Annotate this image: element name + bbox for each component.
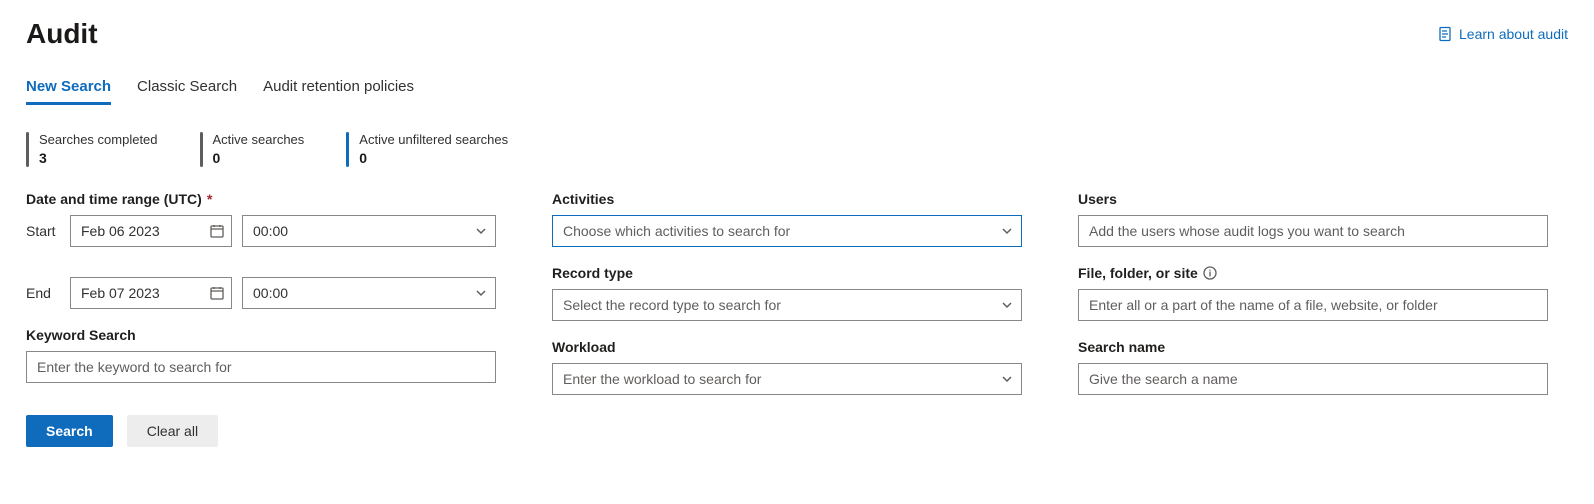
end-label: End — [26, 285, 60, 301]
learn-about-audit-link[interactable]: Learn about audit — [1437, 26, 1568, 42]
users-label: Users — [1078, 191, 1548, 207]
stat-active-unfiltered-searches: Active unfiltered searches 0 — [346, 132, 508, 167]
record-type-select[interactable]: Select the record type to search for — [552, 289, 1022, 321]
start-date-input[interactable]: Feb 06 2023 — [70, 215, 232, 247]
stat-value: 0 — [359, 149, 508, 167]
record-type-placeholder: Select the record type to search for — [563, 297, 781, 313]
stat-label: Active searches — [213, 132, 305, 149]
stat-searches-completed: Searches completed 3 — [26, 132, 158, 167]
activities-placeholder: Choose which activities to search for — [563, 223, 790, 239]
calendar-icon — [209, 223, 225, 239]
keyword-search-label: Keyword Search — [26, 327, 496, 343]
search-name-input[interactable]: Give the search a name — [1078, 363, 1548, 395]
users-input[interactable]: Add the users whose audit logs you want … — [1078, 215, 1548, 247]
file-folder-site-input[interactable]: Enter all or a part of the name of a fil… — [1078, 289, 1548, 321]
activities-select[interactable]: Choose which activities to search for — [552, 215, 1022, 247]
page-title: Audit — [26, 18, 98, 50]
search-name-placeholder: Give the search a name — [1089, 371, 1238, 387]
chevron-down-icon — [475, 287, 487, 299]
record-type-label: Record type — [552, 265, 1022, 281]
datetime-range-label: Date and time range (UTC) * — [26, 191, 496, 207]
file-label-text: File, folder, or site — [1078, 265, 1198, 281]
end-date-value: Feb 07 2023 — [81, 285, 160, 301]
file-folder-site-label: File, folder, or site — [1078, 265, 1548, 281]
document-icon — [1437, 26, 1453, 42]
learn-link-label: Learn about audit — [1459, 26, 1568, 42]
end-date-input[interactable]: Feb 07 2023 — [70, 277, 232, 309]
end-time-value: 00:00 — [253, 285, 288, 301]
workload-select[interactable]: Enter the workload to search for — [552, 363, 1022, 395]
stat-bar — [26, 132, 29, 167]
start-date-value: Feb 06 2023 — [81, 223, 160, 239]
keyword-search-input[interactable]: Enter the keyword to search for — [26, 351, 496, 383]
workload-label: Workload — [552, 339, 1022, 355]
clear-all-button[interactable]: Clear all — [127, 415, 218, 447]
datetime-range-label-text: Date and time range (UTC) — [26, 191, 202, 207]
start-label: Start — [26, 223, 60, 239]
stat-active-searches: Active searches 0 — [200, 132, 305, 167]
start-time-value: 00:00 — [253, 223, 288, 239]
end-time-select[interactable]: 00:00 — [242, 277, 496, 309]
calendar-icon — [209, 285, 225, 301]
keyword-placeholder: Enter the keyword to search for — [37, 359, 232, 375]
file-placeholder: Enter all or a part of the name of a fil… — [1089, 297, 1438, 313]
tab-new-search[interactable]: New Search — [26, 72, 111, 105]
search-name-label: Search name — [1078, 339, 1548, 355]
required-indicator: * — [207, 191, 212, 207]
workload-placeholder: Enter the workload to search for — [563, 371, 761, 387]
chevron-down-icon — [475, 225, 487, 237]
stat-value: 0 — [213, 149, 305, 167]
chevron-down-icon — [1001, 225, 1013, 237]
info-icon[interactable] — [1203, 266, 1217, 280]
stat-label: Searches completed — [39, 132, 158, 149]
search-button[interactable]: Search — [26, 415, 113, 447]
chevron-down-icon — [1001, 373, 1013, 385]
stats-row: Searches completed 3 Active searches 0 A… — [26, 132, 1568, 167]
stat-label: Active unfiltered searches — [359, 132, 508, 149]
stat-bar — [200, 132, 203, 167]
tab-audit-retention-policies[interactable]: Audit retention policies — [263, 72, 414, 105]
start-time-select[interactable]: 00:00 — [242, 215, 496, 247]
stat-value: 3 — [39, 149, 158, 167]
users-placeholder: Add the users whose audit logs you want … — [1089, 223, 1405, 239]
activities-label: Activities — [552, 191, 1022, 207]
tab-classic-search[interactable]: Classic Search — [137, 72, 237, 105]
chevron-down-icon — [1001, 299, 1013, 311]
tabs: New Search Classic Search Audit retentio… — [26, 72, 1568, 106]
stat-bar — [346, 132, 349, 167]
